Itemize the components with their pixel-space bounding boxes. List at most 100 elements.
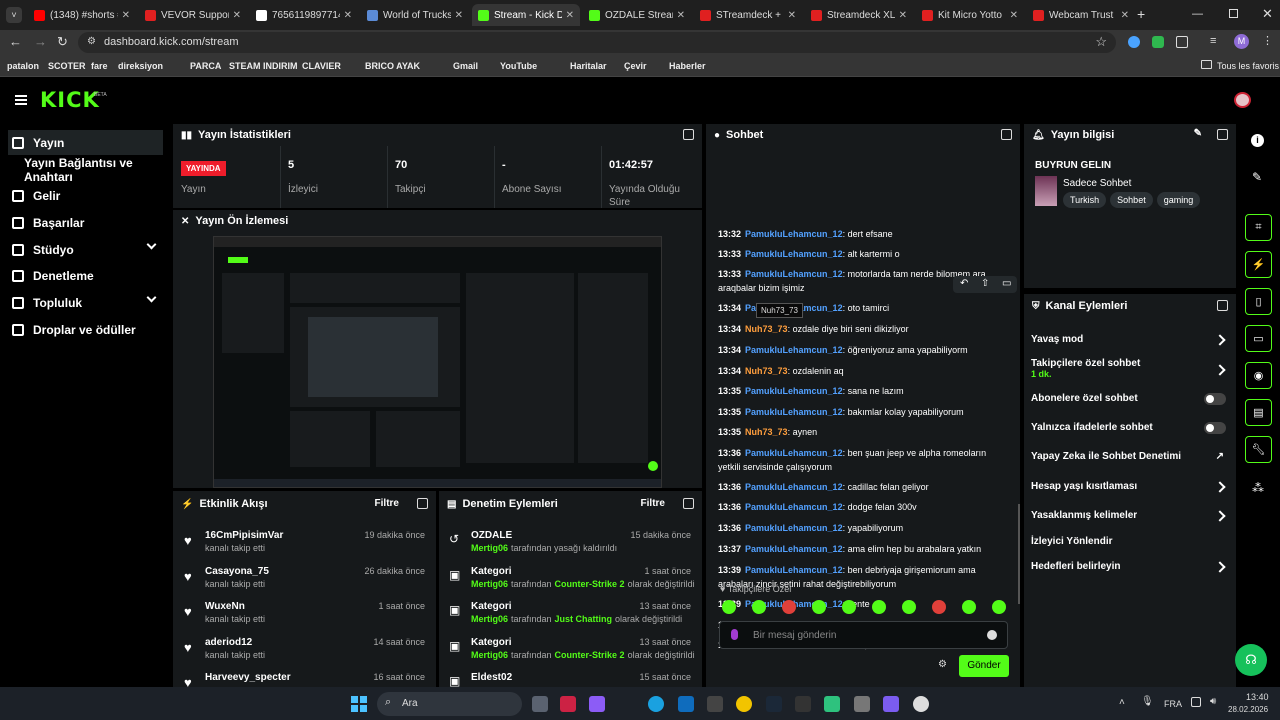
tray-chevron-icon[interactable]: ˄: [1119, 697, 1125, 708]
pencil-icon[interactable]: ✎: [1252, 170, 1262, 184]
reload-icon[interactable]: ↻: [57, 34, 68, 50]
steam-icon[interactable]: [766, 696, 782, 712]
clock-time[interactable]: 13:40: [1246, 692, 1269, 702]
emote-icon[interactable]: [752, 600, 766, 614]
browser-tab[interactable]: Webcam Trust ✕: [1027, 4, 1135, 26]
channel-action-item[interactable]: Hesap yaşı kısıtlaması: [1031, 481, 1226, 499]
chat-message[interactable]: 13:36 PamukluLehamcun_12: ben şuan jeep v…: [718, 446, 1008, 474]
chat-username[interactable]: PamukluLehamcun_12: [745, 386, 843, 396]
delete-icon[interactable]: ▭: [1002, 278, 1011, 289]
activity-item[interactable]: Harveevy_specter 16 saat önce: [205, 672, 425, 685]
chat-username[interactable]: PamukluLehamcun_12: [745, 229, 843, 239]
app-icon[interactable]: [854, 696, 870, 712]
browser-tab[interactable]: STreamdeck + EL ✕: [694, 4, 802, 26]
back-icon[interactable]: ←: [9, 34, 22, 49]
reading-list-icon[interactable]: ≡: [1210, 35, 1216, 47]
expand-icon[interactable]: [1001, 129, 1012, 140]
sidebar-item[interactable]: Stüdyo: [8, 237, 163, 262]
tab-search-button[interactable]: ˅: [6, 7, 22, 23]
sidebar-item[interactable]: Denetleme: [8, 263, 163, 288]
toggle-switch[interactable]: [1204, 422, 1226, 434]
emote-icon[interactable]: [812, 600, 826, 614]
chat-username[interactable]: PamukluLehamcun_12: [745, 565, 843, 575]
clock-date[interactable]: 28.02.2026: [1228, 705, 1268, 714]
bookmark-link[interactable]: Gmail: [453, 61, 478, 71]
chat-username[interactable]: PamukluLehamcun_12: [745, 523, 843, 533]
bookmark-link[interactable]: YouTube: [500, 61, 537, 71]
pin-icon[interactable]: ⇧: [981, 278, 989, 289]
chat-message[interactable]: 13:36 PamukluLehamcun_12: cadillac felan …: [718, 480, 1008, 494]
tab-close-icon[interactable]: ✕: [122, 10, 130, 21]
chat-username[interactable]: PamukluLehamcun_12: [745, 502, 843, 512]
new-tab-button[interactable]: +: [1137, 6, 1145, 22]
chat-settings-icon[interactable]: ⚙: [938, 659, 947, 670]
expand-icon[interactable]: [683, 498, 694, 509]
expand-icon[interactable]: [417, 498, 428, 509]
chat-username[interactable]: PamukluLehamcun_12: [745, 407, 843, 417]
browser-menu-icon[interactable]: ⋮: [1262, 34, 1273, 47]
bookmark-link[interactable]: direksiyon: [118, 61, 163, 71]
expand-icon[interactable]: [1217, 129, 1228, 140]
send-button[interactable]: Gönder: [959, 655, 1009, 677]
chat-message[interactable]: 13:35 PamukluLehamcun_12: sana ne lazım: [718, 384, 1008, 398]
chat-username[interactable]: Nuh73_73: [745, 366, 788, 376]
layout-button[interactable]: ▤: [1245, 399, 1272, 426]
sidebar-item[interactable]: Gelir: [8, 183, 163, 208]
outlook-icon[interactable]: [678, 696, 694, 712]
emote-icon[interactable]: [932, 600, 946, 614]
bookmark-star-icon[interactable]: ☆: [1095, 34, 1107, 50]
app-icon[interactable]: [707, 696, 723, 712]
expand-icon[interactable]: [1217, 300, 1228, 311]
close-window-button[interactable]: ✕: [1262, 6, 1273, 22]
channel-action-item[interactable]: Yavaş mod: [1031, 334, 1226, 352]
chat-message[interactable]: 13:32 PamukluLehamcun_12: dert efsane: [718, 227, 1008, 241]
bookmark-link[interactable]: Çevir: [624, 61, 647, 71]
microphone-tray-icon[interactable]: 🎙︎: [1141, 696, 1154, 707]
sidebar-item[interactable]: Yayın Bağlantısı ve Anahtarı: [8, 156, 163, 184]
chat-username[interactable]: PamukluLehamcun_12: [745, 249, 843, 259]
chat-username[interactable]: PamukluLehamcun_12: [745, 448, 843, 458]
bookmark-link[interactable]: patalon: [7, 61, 39, 71]
tools-button[interactable]: 🔧︎: [1245, 436, 1272, 463]
expand-icon[interactable]: [683, 129, 694, 140]
bookmark-link[interactable]: fare: [91, 61, 108, 71]
moderation-item[interactable]: Kategori Mertig06 tarafından Counter-Strike…: [471, 566, 695, 589]
emote-icon[interactable]: [962, 600, 976, 614]
tab-close-icon[interactable]: ✕: [788, 10, 796, 21]
sidebar-item[interactable]: Başarılar: [8, 210, 163, 235]
start-button[interactable]: [351, 696, 367, 712]
chrome-icon[interactable]: [736, 696, 752, 712]
browser-tab[interactable]: 76561198977142 ✕: [250, 4, 358, 26]
activity-item[interactable]: Casayona_75 kanalı takip etti 26 dakika ön…: [205, 566, 425, 589]
app-icon[interactable]: [795, 696, 811, 712]
activity-item[interactable]: WuxeNn kanalı takip etti 1 saat önce: [205, 601, 425, 624]
broadcast-button[interactable]: ◉: [1245, 362, 1272, 389]
minimize-button[interactable]: —: [1192, 8, 1203, 20]
hamburger-icon[interactable]: [15, 95, 27, 105]
emote-icon[interactable]: [782, 600, 796, 614]
extensions-puzzle-icon[interactable]: [1176, 36, 1188, 48]
browser-tab[interactable]: Kit Micro Yotto ✕: [916, 4, 1024, 26]
edge-icon[interactable]: [648, 696, 664, 712]
channel-action-item[interactable]: Yasaklanmış kelimeler: [1031, 510, 1226, 528]
moderator-name[interactable]: Mertig06: [471, 650, 508, 660]
chat-username[interactable]: Nuh73_73: [745, 427, 788, 437]
edit-icon[interactable]: ✎: [1194, 128, 1202, 139]
moderation-filter-button[interactable]: Filtre: [641, 498, 665, 509]
task-view-icon[interactable]: [532, 696, 548, 712]
activity-item[interactable]: 16CmPipisimVar kanalı takip etti 19 dakika…: [205, 530, 425, 553]
browser-tab[interactable]: World of Trucks ✕: [361, 4, 469, 26]
info-icon[interactable]: i: [1251, 134, 1264, 147]
chat-username[interactable]: Nuh73_73: [745, 324, 788, 334]
tab-close-icon[interactable]: ✕: [677, 10, 685, 21]
chat-username[interactable]: PamukluLehamcun_12: [745, 544, 843, 554]
chat-message[interactable]: 13:34 Nuh73_73: ozdalenin aq: [718, 364, 1008, 378]
external-link-icon[interactable]: ↗: [1216, 451, 1224, 462]
maximize-button[interactable]: [1229, 9, 1238, 18]
copilot-icon[interactable]: [589, 696, 605, 712]
moderation-item[interactable]: Eldest02 15 saat önce: [471, 672, 691, 687]
chat-username[interactable]: PamukluLehamcun_12: [745, 269, 843, 279]
tab-close-icon[interactable]: ✕: [899, 10, 907, 21]
emote-icon[interactable]: [902, 600, 916, 614]
stream-preview-video[interactable]: [213, 236, 662, 488]
